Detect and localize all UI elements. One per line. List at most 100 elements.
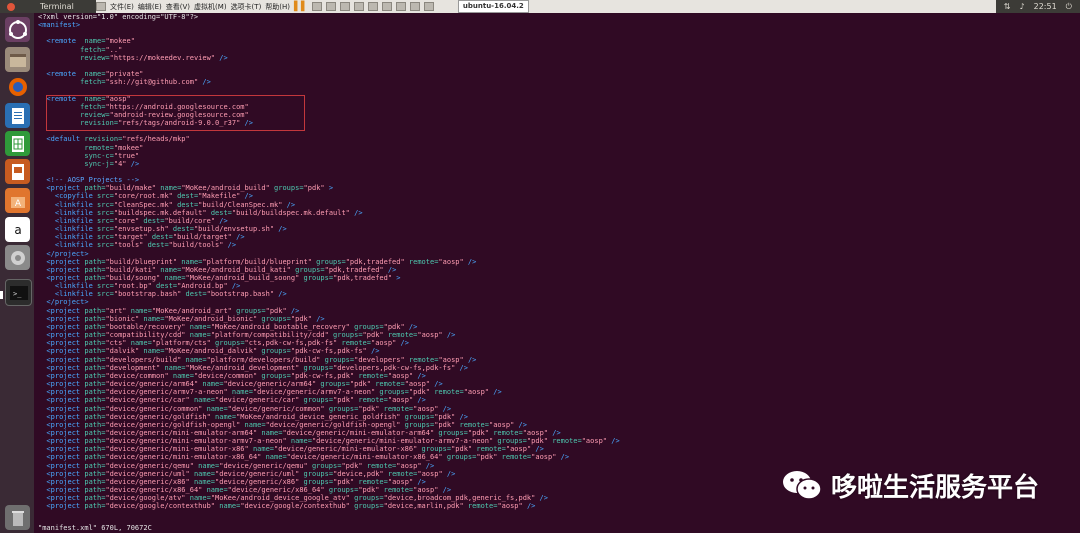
terminal-icon[interactable]: >_: [5, 279, 32, 306]
code-token: "aosp": [387, 477, 414, 486]
code-token: "aosp": [497, 502, 523, 511]
code-token: groups=: [303, 396, 334, 405]
code-token: path=: [84, 347, 106, 356]
code-line: <linkfile src="tools" dest="build/tools"…: [38, 241, 1080, 249]
code-token: groups=: [295, 265, 325, 274]
svg-text:a: a: [14, 223, 21, 237]
code-token: />: [607, 437, 620, 446]
menu-file[interactable]: 文件(E): [110, 2, 134, 12]
dash-icon[interactable]: [5, 17, 30, 42]
firefox-icon[interactable]: [5, 74, 30, 99]
code-token: name=: [164, 274, 186, 282]
settings-icon[interactable]: [5, 245, 30, 270]
vm-tab[interactable]: ubuntu-16.04.2: [457, 0, 529, 13]
code-token: path=: [84, 420, 106, 429]
code-token: "envsetup.sh": [113, 225, 173, 234]
writer-icon[interactable]: [5, 103, 30, 128]
code-token: name=: [202, 380, 224, 389]
code-token: dest=: [185, 290, 207, 299]
code-token: remote=: [501, 453, 532, 462]
code-token: "MoKee/android_device_google_atv": [210, 494, 355, 503]
code-token: name=: [80, 37, 106, 46]
code-token: "pdk": [434, 412, 456, 421]
code-token: <project: [38, 347, 85, 356]
code-token: groups=: [421, 445, 452, 454]
code-line: <project path="build/blueprint" name="pl…: [38, 258, 1080, 266]
menu-tabs[interactable]: 选项卡(T): [231, 2, 262, 12]
code-token: <linkfile: [38, 225, 98, 234]
code-token: <project: [38, 339, 85, 348]
manage-snapshots-icon[interactable]: [353, 2, 364, 11]
app-dot-icon: [7, 2, 15, 11]
vm-home-icon[interactable]: [96, 2, 106, 11]
code-token: <remote: [38, 70, 81, 79]
code-token: "device/generic/arm64": [105, 380, 203, 389]
menu-help[interactable]: 帮助(H): [265, 2, 290, 12]
software-center-icon[interactable]: A: [5, 188, 30, 213]
code-token: "aosp": [438, 257, 464, 266]
calc-icon[interactable]: [5, 131, 30, 156]
fullscreen-icon[interactable]: [367, 2, 378, 11]
code-line: <linkfile src="root.bp" dest="Android.bp…: [38, 282, 1080, 290]
code-token: remote=: [408, 355, 439, 364]
code-token: path=: [84, 339, 106, 348]
code-token: "pdk": [358, 404, 384, 413]
send-keys-icon[interactable]: [311, 2, 322, 11]
code-token: <project: [38, 445, 85, 454]
code-token: "developers/build": [105, 355, 186, 364]
code-token: "developers,pdk-cw-fs,pdk-fs": [333, 363, 456, 372]
code-token: />: [126, 159, 140, 168]
code-token: src=: [97, 290, 114, 299]
code-token: <linkfile: [38, 241, 98, 250]
code-line: <!-- AOSP Projects -->: [38, 176, 1080, 184]
menu-vm[interactable]: 虚拟机(M): [194, 2, 227, 12]
library-icon[interactable]: [423, 2, 434, 11]
code-token: name=: [265, 453, 287, 462]
impress-icon[interactable]: [5, 159, 30, 184]
code-token: remote=: [434, 388, 464, 397]
stretch-icon[interactable]: [409, 2, 420, 11]
code-token: "aosp": [531, 453, 557, 462]
code-token: path=: [84, 380, 106, 389]
menu-edit[interactable]: 编辑(E): [138, 2, 162, 12]
volume-icon[interactable]: ♪: [1020, 2, 1025, 11]
code-token: name=: [181, 257, 203, 266]
code-token: "device/generic/mini-emulator-x86_64": [105, 453, 266, 462]
revert-snapshot-icon[interactable]: [339, 2, 350, 11]
power-icon[interactable]: ⏻: [1066, 2, 1072, 12]
code-line: fetch="ssh://git@github.com" />: [38, 78, 1080, 86]
code-token: remote=: [387, 331, 418, 340]
terminal-window[interactable]: <?xml version="1.0" encoding="UTF-8"?> <m…: [34, 13, 1080, 533]
code-token: "aosp": [522, 428, 549, 437]
sort-icon[interactable]: ⇅: [1004, 2, 1011, 11]
unity-icon[interactable]: [381, 2, 392, 11]
amazon-icon[interactable]: a: [5, 217, 30, 242]
code-line: remote="mokee": [38, 144, 1080, 152]
pause-icon[interactable]: ▌▌: [294, 2, 308, 12]
code-token: dest=: [177, 192, 199, 201]
code-token: groups=: [333, 331, 363, 340]
code-token: path=: [84, 388, 106, 397]
code-token: />: [413, 477, 426, 486]
menu-view[interactable]: 查看(V): [166, 2, 190, 12]
trash-icon[interactable]: [5, 505, 30, 530]
code-token: "compatibility/cdd": [105, 331, 190, 340]
code-token: path=: [84, 396, 106, 405]
code-token: <project: [38, 257, 85, 266]
code-token: "device/generic/x86": [215, 477, 304, 486]
files-icon[interactable]: [5, 47, 30, 72]
code-token: fetch=: [38, 45, 106, 54]
code-token: "aosp": [417, 469, 443, 478]
code-token: "MoKee/android_build": [181, 184, 275, 193]
code-token: "device/generic/mini-emulator-arm64": [282, 428, 439, 437]
code-token: "device,marlin,pdk": [383, 502, 468, 511]
code-token: />: [413, 371, 426, 380]
ubuntu-app-indicator[interactable]: [4, 0, 18, 13]
code-token: "build/blueprint": [105, 257, 182, 266]
snapshot-icon[interactable]: [325, 2, 336, 11]
console-view-icon[interactable]: [395, 2, 406, 11]
code-token: groups=: [261, 371, 291, 380]
code-token: />: [442, 331, 456, 340]
clock[interactable]: 22:51: [1034, 2, 1057, 11]
code-line: <project path="device/generic/mini-emula…: [38, 437, 1080, 445]
